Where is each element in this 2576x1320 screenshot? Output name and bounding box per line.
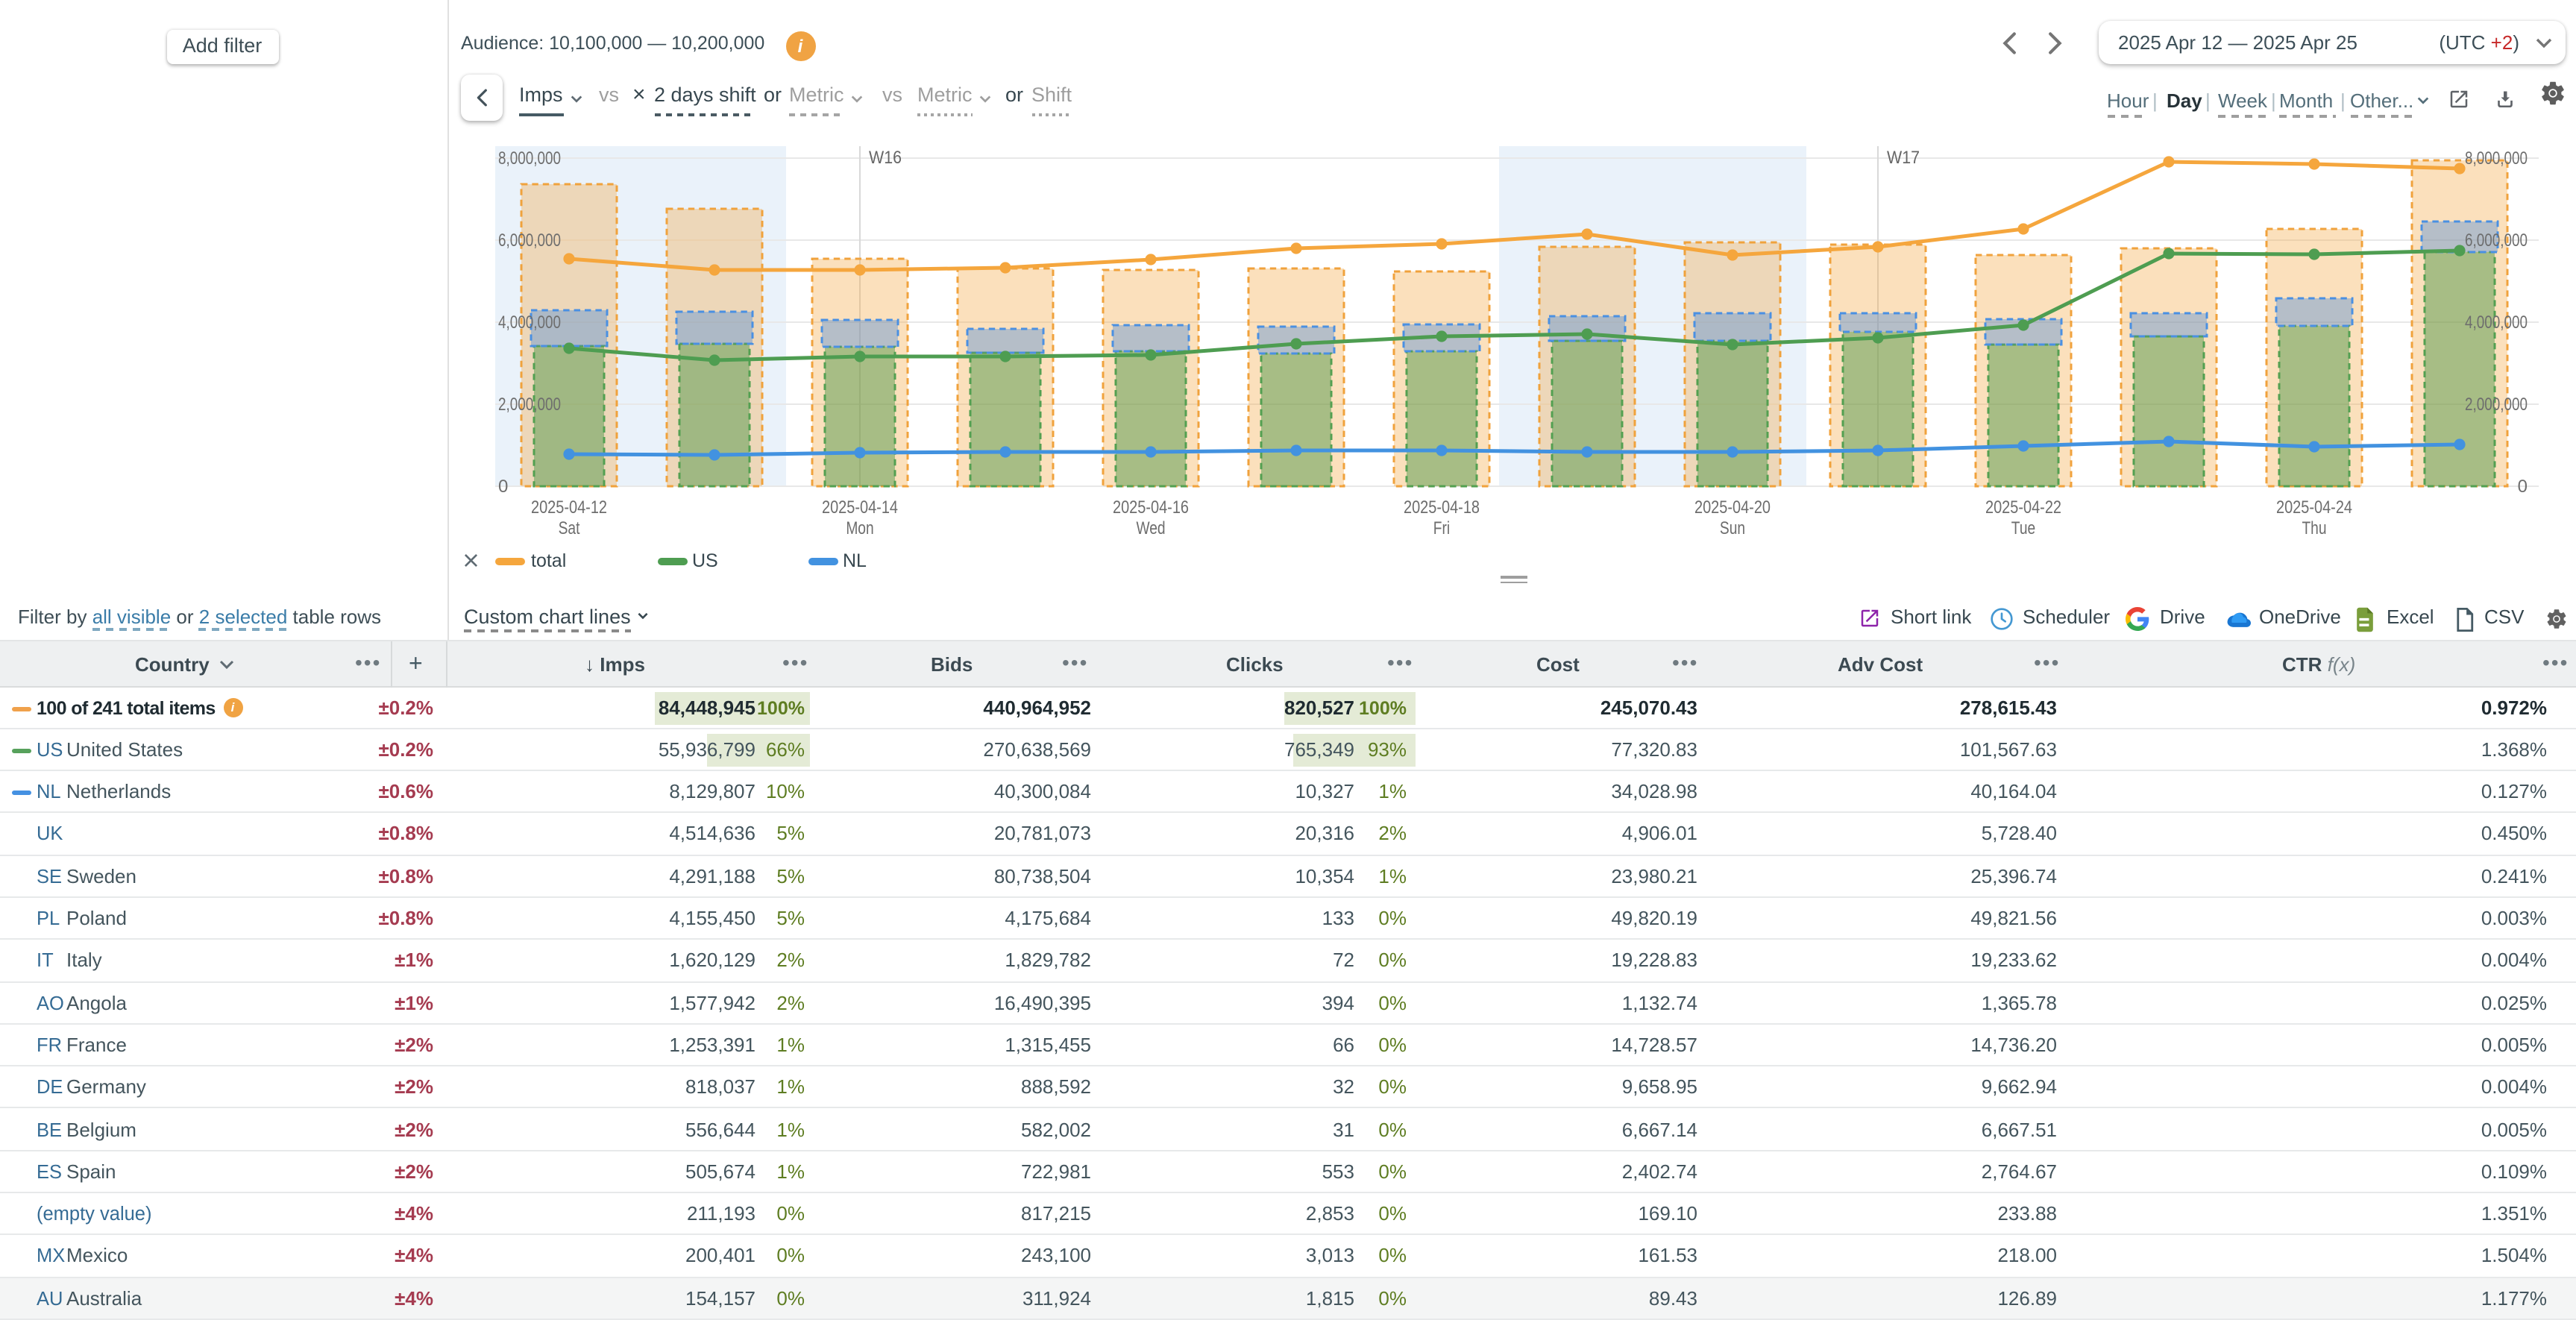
- svg-text:Sun: Sun: [1720, 518, 1745, 537]
- svg-text:8,000,000: 8,000,000: [498, 148, 561, 169]
- svg-text:2025-04-20: 2025-04-20: [1694, 497, 1771, 518]
- svg-text:2025-04-12: 2025-04-12: [531, 497, 607, 518]
- svg-text:6,000,000: 6,000,000: [498, 230, 561, 251]
- svg-text:2025-04-22: 2025-04-22: [1985, 497, 2061, 518]
- svg-text:Sat: Sat: [559, 518, 580, 537]
- svg-text:2,000,000: 2,000,000: [498, 395, 561, 415]
- svg-text:W17: W17: [1887, 148, 1920, 168]
- svg-text:Tue: Tue: [2011, 518, 2035, 537]
- svg-text:Thu: Thu: [2302, 518, 2326, 537]
- svg-text:W16: W16: [869, 148, 902, 168]
- svg-text:2025-04-14: 2025-04-14: [822, 497, 898, 518]
- svg-text:Wed: Wed: [1136, 518, 1165, 537]
- svg-text:4,000,000: 4,000,000: [2465, 312, 2528, 333]
- svg-text:2025-04-18: 2025-04-18: [1404, 497, 1480, 518]
- svg-text:Mon: Mon: [846, 518, 873, 537]
- svg-text:6,000,000: 6,000,000: [2465, 230, 2528, 251]
- svg-text:8,000,000: 8,000,000: [2465, 148, 2528, 169]
- svg-text:2025-04-24: 2025-04-24: [2276, 497, 2352, 518]
- svg-text:2,000,000: 2,000,000: [2465, 395, 2528, 415]
- svg-text:0: 0: [498, 477, 508, 497]
- svg-text:Fri: Fri: [1433, 518, 1450, 537]
- svg-text:4,000,000: 4,000,000: [498, 312, 561, 333]
- svg-text:2025-04-16: 2025-04-16: [1113, 497, 1189, 518]
- svg-text:0: 0: [2518, 477, 2528, 497]
